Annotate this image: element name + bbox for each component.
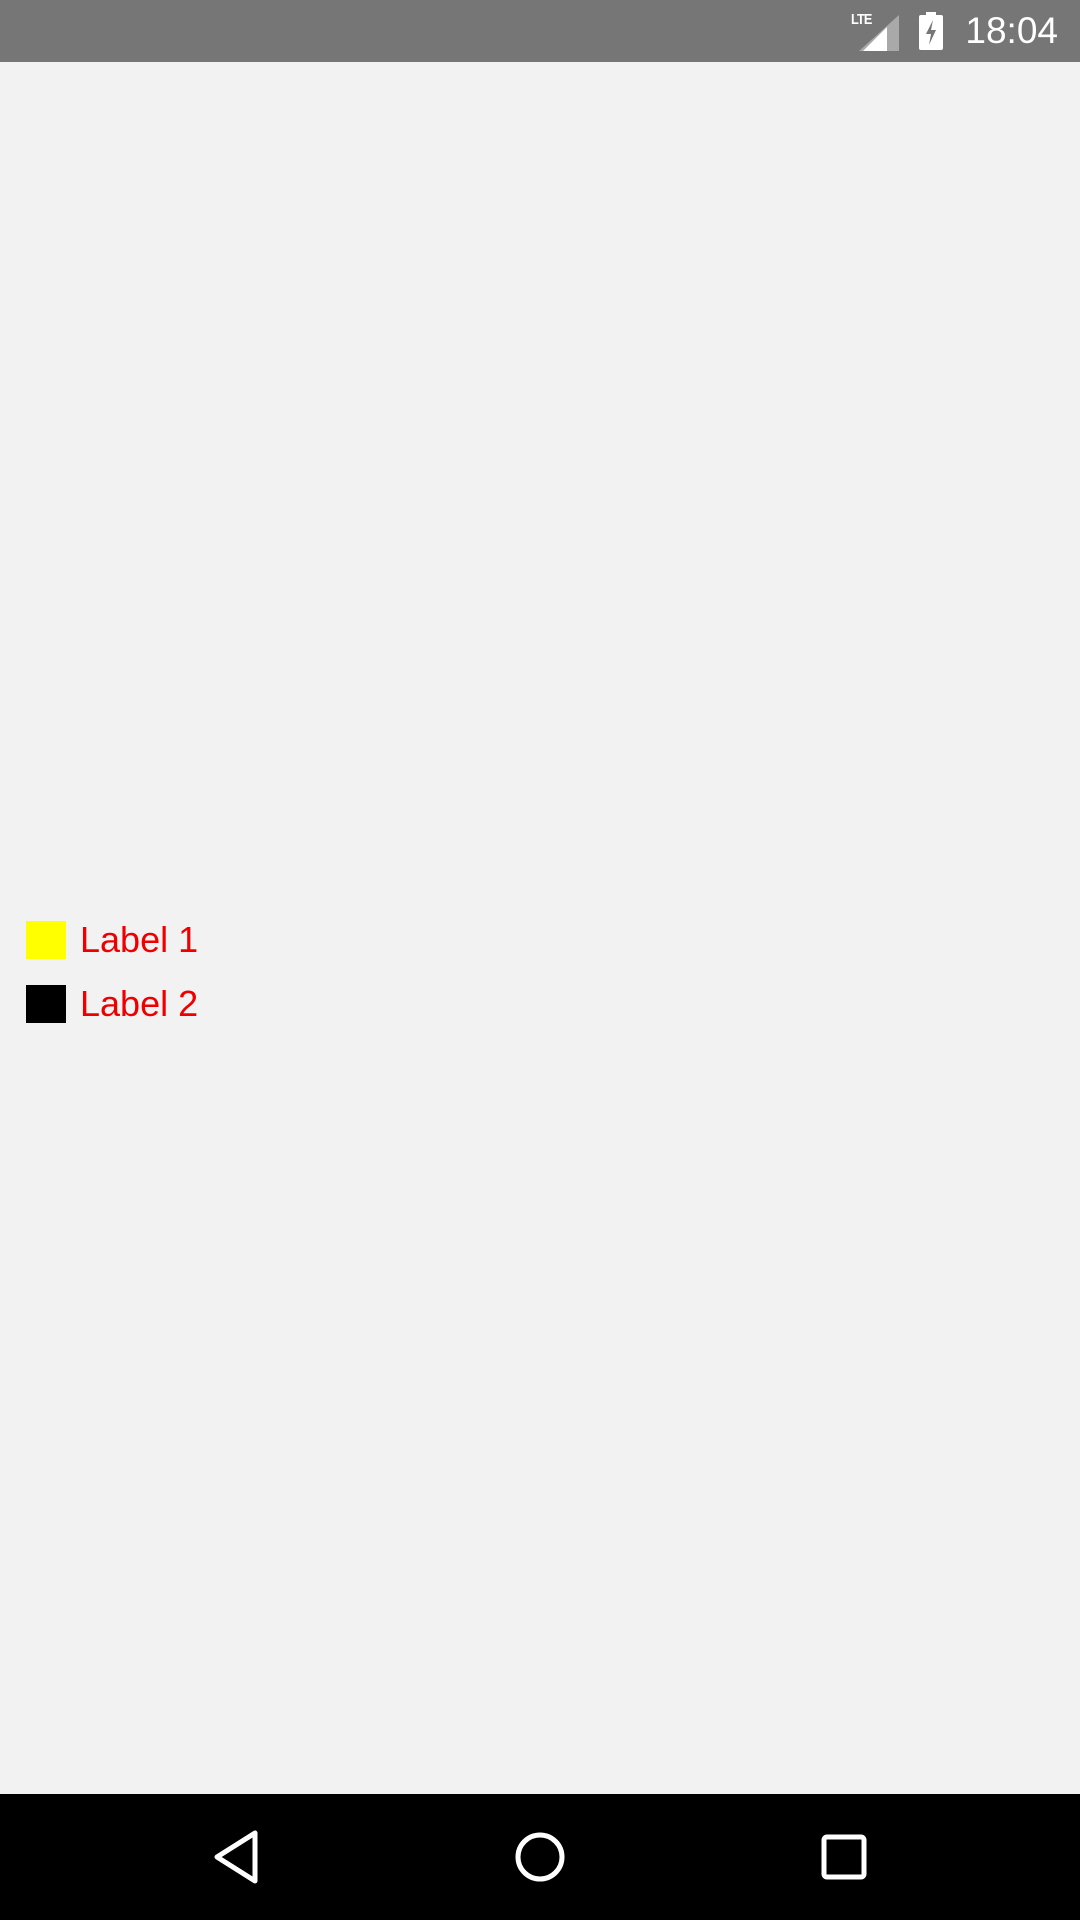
legend-item: Label 1: [26, 920, 198, 960]
recents-icon: [821, 1834, 867, 1880]
recents-button[interactable]: [784, 1794, 904, 1920]
lte-signal-icon: LTE: [851, 11, 900, 51]
screen: LTE 18:04 Label 1 Label 2: [0, 0, 1080, 1920]
legend-item: Label 2: [26, 984, 198, 1024]
legend-label: Label 1: [80, 919, 199, 960]
home-icon: [515, 1832, 565, 1882]
legend: Label 1 Label 2: [26, 920, 198, 1048]
status-bar: LTE 18:04: [0, 0, 1080, 62]
navigation-bar: [0, 1794, 1080, 1920]
status-clock: 18:04: [965, 10, 1058, 51]
legend-label: Label 2: [80, 983, 199, 1024]
legend-swatch-black: [26, 985, 66, 1023]
main-content: Label 1 Label 2: [0, 62, 1080, 1794]
back-button[interactable]: [176, 1794, 296, 1920]
home-button[interactable]: [480, 1794, 600, 1920]
signal-strength-icon: [859, 15, 900, 51]
legend-swatch-yellow: [26, 921, 66, 959]
back-icon: [214, 1830, 258, 1884]
battery-charging-icon: [919, 12, 944, 50]
